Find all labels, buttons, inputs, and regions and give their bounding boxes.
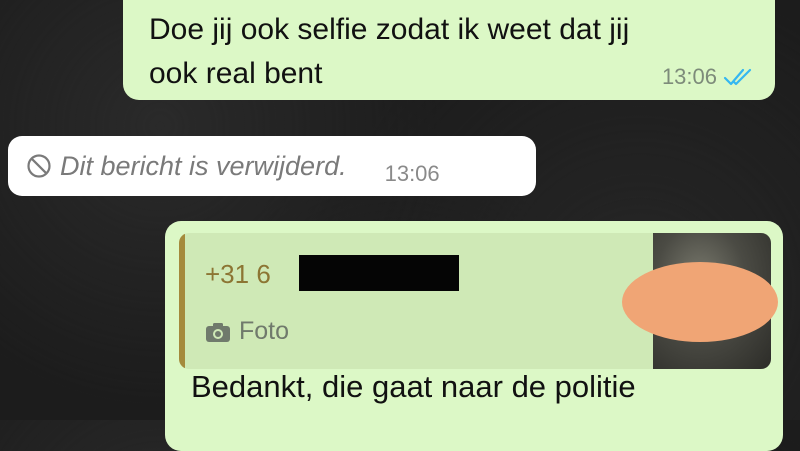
quote-accent-bar bbox=[179, 233, 185, 369]
deleted-message-text: Dit bericht is verwijderd. bbox=[60, 150, 347, 181]
redaction-bar bbox=[299, 255, 459, 291]
blocked-icon bbox=[27, 154, 51, 178]
outgoing-message-bubble[interactable]: Doe jij ook selfie zodat ik weet dat jij… bbox=[123, 0, 775, 100]
quoted-media-info: Foto bbox=[205, 317, 289, 346]
redaction-blob bbox=[622, 262, 778, 342]
message-text: Bedankt, die gaat naar de politie bbox=[191, 369, 636, 404]
message-time: 13:06 bbox=[661, 64, 717, 89]
quoted-media-label: Foto bbox=[239, 317, 290, 345]
camera-icon bbox=[206, 322, 230, 342]
deleted-message-bubble[interactable]: Dit bericht is verwijderd. 13:06 bbox=[8, 136, 536, 196]
message-text: Doe jij ook selfie zodat ik weet dat jij… bbox=[149, 13, 630, 90]
double-check-read-icon bbox=[723, 68, 752, 86]
quoted-sender: +31 6 bbox=[205, 259, 271, 289]
message-time: 13:06 bbox=[384, 161, 440, 186]
message-meta: 13:06 bbox=[662, 64, 753, 90]
